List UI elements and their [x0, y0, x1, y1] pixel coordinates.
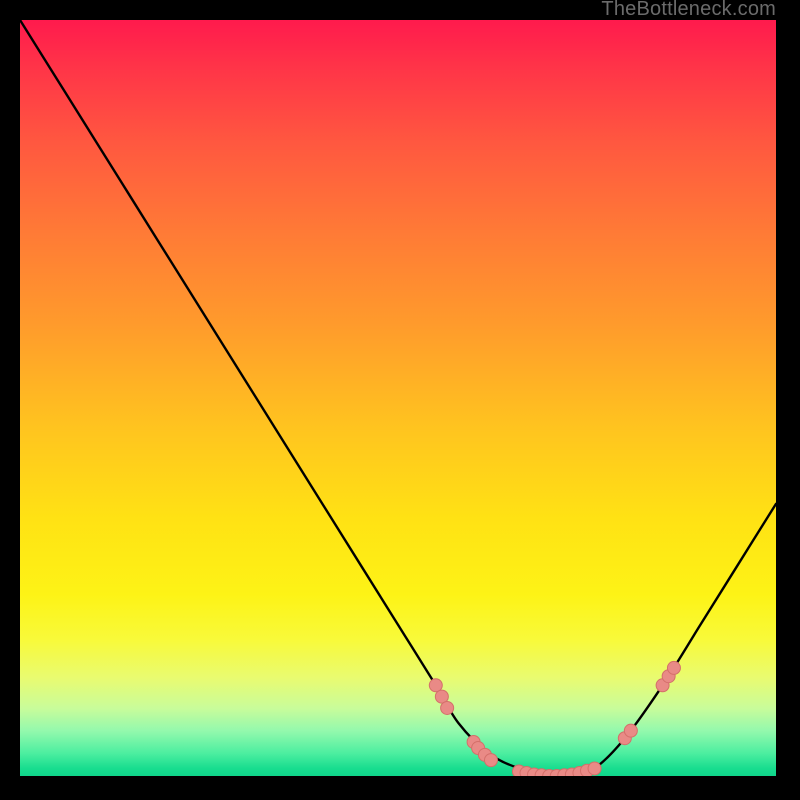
chart-marker [588, 762, 601, 775]
chart-marker [624, 724, 637, 737]
bottleneck-curve [20, 20, 776, 776]
chart-plot-area [20, 20, 776, 776]
chart-svg [20, 20, 776, 776]
chart-frame [20, 20, 776, 776]
chart-marker [667, 661, 680, 674]
chart-marker [441, 701, 454, 714]
attribution-label: TheBottleneck.com [601, 0, 776, 21]
chart-markers [429, 661, 680, 776]
chart-marker [484, 754, 497, 767]
